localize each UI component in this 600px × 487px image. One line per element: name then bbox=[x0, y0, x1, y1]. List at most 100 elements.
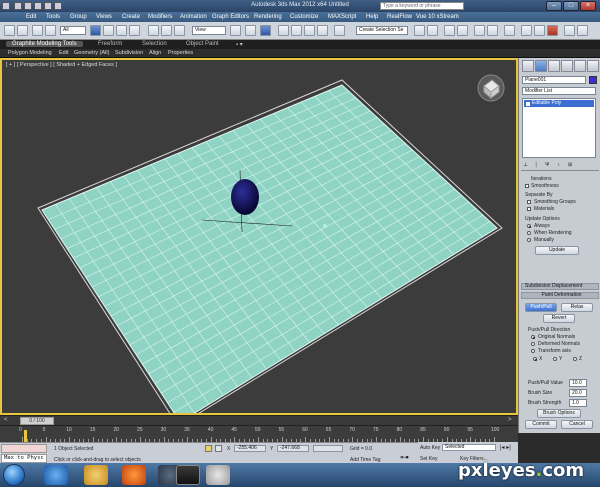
tab-selection[interactable]: Selection bbox=[142, 41, 167, 47]
plane-object[interactable] bbox=[41, 84, 498, 413]
relax-button[interactable]: Relax bbox=[561, 303, 593, 312]
3ds-max-taskbar-icon[interactable] bbox=[176, 465, 200, 485]
sphere-object[interactable] bbox=[231, 179, 259, 215]
rollout-subdivision-displacement[interactable]: Subdivision Displacement bbox=[521, 283, 599, 290]
track-bar[interactable]: 0 5 10 15 20 25 30 35 40 45 50 55 60 65 70 75 80 85 90 95 10… bbox=[0, 425, 518, 442]
scale-icon[interactable] bbox=[174, 25, 185, 36]
unlink-icon[interactable] bbox=[45, 25, 56, 36]
always-radio[interactable] bbox=[527, 224, 531, 228]
update-button[interactable]: Update bbox=[535, 246, 579, 255]
modifier-stack[interactable]: Editable Poly bbox=[522, 98, 596, 158]
link-icon[interactable] bbox=[32, 25, 43, 36]
minimize-button[interactable]: – bbox=[546, 1, 562, 11]
axis-y-radio[interactable] bbox=[553, 357, 557, 361]
curve-editor-icon[interactable] bbox=[474, 25, 485, 36]
panel-edit[interactable]: Edit bbox=[59, 50, 68, 56]
tab-graphite-modeling-tools[interactable]: Graphite Modeling Tools bbox=[6, 41, 83, 47]
lock-selection-icon[interactable] bbox=[205, 445, 212, 452]
commit-button[interactable]: Commit bbox=[525, 420, 557, 429]
graphite-toggle-icon[interactable] bbox=[457, 25, 468, 36]
selected-dropdown[interactable]: Selected bbox=[442, 444, 496, 451]
menu-realflow[interactable]: RealFlow bbox=[387, 14, 412, 20]
menu-tools[interactable]: Tools bbox=[46, 14, 60, 20]
manually-radio[interactable] bbox=[527, 238, 531, 242]
reference-coordinate-dropdown[interactable]: View bbox=[192, 26, 226, 35]
x-coordinate-field[interactable]: -255.406 bbox=[234, 445, 266, 452]
edit-named-selection-icon[interactable] bbox=[334, 25, 345, 36]
materials-checkbox[interactable] bbox=[527, 207, 531, 211]
close-button[interactable]: × bbox=[580, 1, 596, 11]
panel-subdivision[interactable]: Subdivision bbox=[115, 50, 143, 56]
axis-x-radio[interactable] bbox=[533, 357, 537, 361]
when-rendering-radio[interactable] bbox=[527, 231, 531, 235]
start-button[interactable] bbox=[3, 464, 25, 486]
firefox-icon[interactable] bbox=[122, 465, 146, 485]
align-icon[interactable] bbox=[427, 25, 438, 36]
absolute-mode-icon[interactable] bbox=[215, 445, 222, 452]
maximize-button[interactable]: □ bbox=[563, 1, 579, 11]
selection-filter-dropdown[interactable]: All bbox=[60, 26, 86, 35]
internet-explorer-icon[interactable] bbox=[44, 465, 68, 485]
display-tab-icon[interactable] bbox=[574, 60, 586, 72]
deformed-normals-radio[interactable] bbox=[531, 342, 535, 346]
snaps-toggle-icon[interactable] bbox=[278, 25, 289, 36]
revert-button[interactable]: Revert bbox=[543, 314, 575, 323]
select-object-button[interactable] bbox=[90, 25, 101, 36]
brush-options-button[interactable]: Brush Options bbox=[537, 409, 581, 418]
set-key-button[interactable]: Set Key bbox=[420, 456, 438, 462]
maxscript-input[interactable]: Max to Physc bbox=[1, 454, 47, 463]
menu-create[interactable]: Create bbox=[122, 14, 140, 20]
rotate-icon[interactable] bbox=[161, 25, 172, 36]
set-key-icon[interactable]: ⊶ bbox=[400, 452, 409, 463]
hierarchy-tab-icon[interactable] bbox=[548, 60, 560, 72]
motion-tab-icon[interactable] bbox=[561, 60, 573, 72]
panel-align[interactable]: Align bbox=[149, 50, 161, 56]
modify-tab-icon[interactable] bbox=[535, 60, 547, 72]
rendered-frame-window-icon[interactable] bbox=[534, 25, 545, 36]
menu-views[interactable]: Views bbox=[96, 14, 112, 20]
menu-animation[interactable]: Animation bbox=[180, 14, 207, 20]
cancel-button[interactable]: Cancel bbox=[561, 420, 593, 429]
keyboard-shortcut-icon[interactable] bbox=[260, 25, 271, 36]
realflow-icon[interactable] bbox=[564, 25, 575, 36]
stack-item-editable-poly[interactable]: Editable Poly bbox=[524, 100, 594, 107]
spinner-snap-icon[interactable] bbox=[317, 25, 328, 36]
prev-frame-icon[interactable]: < bbox=[4, 417, 8, 423]
schematic-view-icon[interactable] bbox=[487, 25, 498, 36]
auto-key-button[interactable]: Auto Key bbox=[420, 445, 440, 451]
z-coordinate-field[interactable] bbox=[313, 445, 343, 452]
utilities-tab-icon[interactable] bbox=[587, 60, 599, 72]
stack-item-bulb-icon[interactable] bbox=[526, 102, 530, 106]
material-editor-icon[interactable] bbox=[504, 25, 515, 36]
redo-button[interactable] bbox=[17, 25, 28, 36]
render-setup-icon[interactable] bbox=[521, 25, 532, 36]
percent-snap-icon[interactable] bbox=[304, 25, 315, 36]
pivot-center-icon[interactable] bbox=[230, 25, 241, 36]
menu-rendering[interactable]: Rendering bbox=[254, 14, 282, 20]
menu-edit[interactable]: Edit bbox=[26, 14, 36, 20]
push-pull-button[interactable]: Push/Pull bbox=[525, 303, 557, 312]
maxscript-listener[interactable]: Max to Physc bbox=[1, 444, 47, 463]
tab-object-paint[interactable]: Object Paint bbox=[186, 41, 219, 47]
create-tab-icon[interactable] bbox=[522, 60, 534, 72]
rectangle-selection-icon[interactable] bbox=[116, 25, 127, 36]
object-color-swatch[interactable] bbox=[589, 76, 597, 84]
object-name-field[interactable]: Plane001 bbox=[522, 76, 586, 84]
brush-strength-field[interactable]: 1.0 bbox=[569, 399, 587, 407]
menu-maxscript[interactable]: MAXScript bbox=[328, 14, 356, 20]
menu-group[interactable]: Group bbox=[70, 14, 87, 20]
time-slider[interactable]: 0 / 100 < > bbox=[0, 415, 518, 425]
axis-z-radio[interactable] bbox=[573, 357, 577, 361]
angle-snap-icon[interactable] bbox=[291, 25, 302, 36]
layer-manager-icon[interactable] bbox=[444, 25, 455, 36]
transform-axis-radio[interactable] bbox=[531, 349, 535, 353]
time-slider-knob[interactable]: 0 / 100 bbox=[20, 417, 54, 425]
mirror-icon[interactable] bbox=[414, 25, 425, 36]
window-crossing-icon[interactable] bbox=[129, 25, 140, 36]
viewcube-icon[interactable] bbox=[477, 74, 505, 102]
move-icon[interactable] bbox=[148, 25, 159, 36]
menu-vue-xstream[interactable]: Vue 10 xStream bbox=[416, 14, 459, 20]
panel-geometry-all[interactable]: Geometry (All) bbox=[74, 50, 109, 56]
named-selection-dropdown[interactable]: Create Selection Se bbox=[356, 26, 408, 35]
render-production-icon[interactable] bbox=[547, 25, 558, 36]
